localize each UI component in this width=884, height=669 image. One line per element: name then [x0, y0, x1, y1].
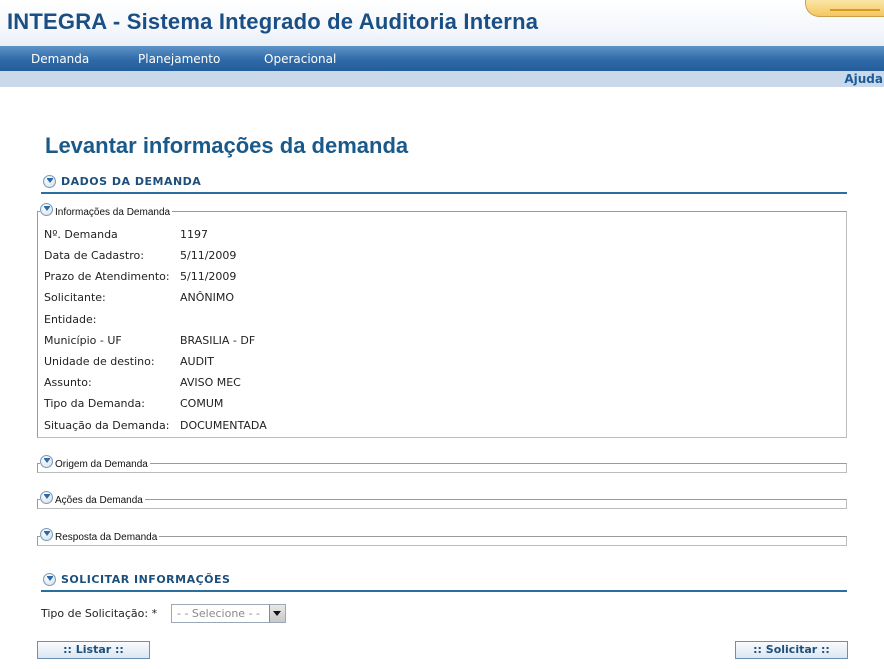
- section-label: DADOS DA DEMANDA: [61, 175, 202, 188]
- help-link[interactable]: Ajuda: [844, 72, 883, 86]
- fieldset-legend: Informações da Demanda: [40, 203, 173, 219]
- collapse-icon[interactable]: [43, 573, 56, 586]
- field-value: ANÔNIMO: [180, 291, 235, 304]
- corner-tab[interactable]: [805, 0, 884, 17]
- legend-text: Origem da Demanda: [55, 459, 148, 470]
- acoes-fieldset: Ações da Demanda: [37, 491, 847, 509]
- field-value: COMUM: [180, 397, 224, 410]
- tipo-solicitacao-label: Tipo de Solicitação: *: [41, 607, 158, 620]
- fieldset-legend: Resposta da Demanda: [40, 528, 160, 544]
- app-title: INTEGRA - Sistema Integrado de Auditoria…: [7, 9, 539, 34]
- fieldset-legend: Origem da Demanda: [40, 455, 150, 471]
- field-label: Unidade de destino:: [44, 355, 155, 368]
- field-label: Entidade:: [44, 313, 97, 326]
- field-label: Solicitante:: [44, 291, 106, 304]
- main-navbar: Demanda Planejamento Operacional: [0, 46, 884, 71]
- field-label: Data de Cadastro:: [44, 249, 144, 262]
- collapse-icon[interactable]: [43, 175, 56, 188]
- legend-text: Informações da Demanda: [55, 207, 171, 218]
- origem-fieldset: Origem da Demanda: [37, 455, 847, 473]
- field-value: 5/11/2009: [180, 249, 237, 262]
- field-label: Assunto:: [44, 376, 92, 389]
- expand-icon[interactable]: [40, 491, 53, 504]
- field-value: AVISO MEC: [180, 376, 241, 389]
- tipo-solicitacao-select[interactable]: - - Selecione - -: [171, 604, 286, 623]
- expand-icon[interactable]: [40, 455, 53, 468]
- section-header-solicitar: SOLICITAR INFORMAÇÕES: [41, 571, 847, 592]
- dropdown-arrow-icon[interactable]: [269, 605, 285, 622]
- nav-item-operacional[interactable]: Operacional: [264, 52, 336, 66]
- field-label: Nº. Demanda: [44, 228, 118, 241]
- section-header-dados: DADOS DA DEMANDA: [41, 173, 847, 194]
- field-label: Prazo de Atendimento:: [44, 270, 170, 283]
- solicitar-button[interactable]: :: Solicitar ::: [735, 641, 848, 659]
- field-label: Tipo da Demanda:: [44, 397, 145, 410]
- expand-icon[interactable]: [40, 528, 53, 541]
- field-value: 1197: [180, 228, 208, 241]
- legend-text: Ações da Demanda: [55, 495, 143, 506]
- fieldset-legend: Ações da Demanda: [40, 491, 145, 507]
- legend-text: Resposta da Demanda: [55, 532, 158, 543]
- field-value: BRASILIA - DF: [180, 334, 256, 347]
- nav-item-demanda[interactable]: Demanda: [31, 52, 89, 66]
- select-value: - - Selecione - -: [177, 607, 261, 620]
- section-label: SOLICITAR INFORMAÇÕES: [61, 573, 231, 586]
- app-header: INTEGRA - Sistema Integrado de Auditoria…: [0, 0, 884, 46]
- field-label: Situação da Demanda:: [44, 419, 170, 432]
- field-value: 5/11/2009: [180, 270, 237, 283]
- field-label: Município - UF: [44, 334, 122, 347]
- resposta-fieldset: Resposta da Demanda: [37, 528, 847, 546]
- page-title: Levantar informações da demanda: [45, 133, 409, 158]
- nav-item-planejamento[interactable]: Planejamento: [138, 52, 220, 66]
- sub-bar: Ajuda: [0, 71, 884, 87]
- field-value: DOCUMENTADA: [180, 419, 267, 432]
- field-value: AUDIT: [180, 355, 215, 368]
- collapse-icon[interactable]: [40, 203, 53, 216]
- listar-button[interactable]: :: Listar ::: [37, 641, 150, 659]
- info-fieldset: Informações da Demanda Nº. Demanda 1197 …: [37, 203, 847, 438]
